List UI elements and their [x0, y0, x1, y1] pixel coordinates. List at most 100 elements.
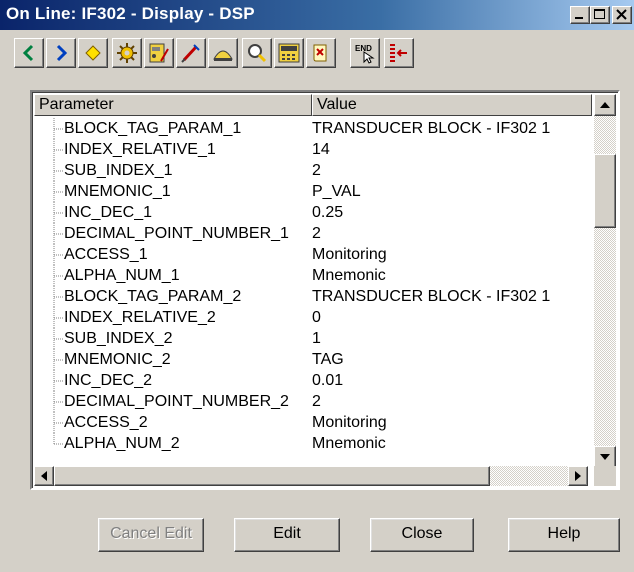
parameter-cell: ALPHA_NUM_2: [64, 435, 180, 452]
parameter-cell: INC_DEC_2: [64, 372, 153, 389]
table-row[interactable]: DECIMAL_POINT_NUMBER_2 2: [34, 391, 590, 412]
gauge-icon: [213, 50, 233, 61]
maximize-button[interactable]: [590, 6, 610, 24]
table-row[interactable]: ALPHA_NUM_2 Mnemonic: [34, 433, 590, 454]
value-cell[interactable]: TRANSDUCER BLOCK - IF302 1: [312, 286, 550, 307]
tree-connector-icon: [53, 139, 63, 160]
table-row[interactable]: BLOCK_TAG_PARAM_2 TRANSDUCER BLOCK - IF30…: [34, 286, 590, 307]
calculator-button[interactable]: [274, 38, 304, 68]
back-arrow-icon: [22, 44, 34, 62]
parameter-cell: INDEX_RELATIVE_2: [64, 309, 216, 326]
value-cell[interactable]: Monitoring: [312, 244, 387, 265]
magnifier-icon: [248, 44, 267, 63]
table-row[interactable]: INC_DEC_1 0.25: [34, 202, 590, 223]
pen-button[interactable]: [176, 38, 206, 68]
tree-connector-icon: [53, 349, 63, 370]
close-dialog-button[interactable]: Close: [370, 518, 474, 552]
tree-connector-icon: [53, 160, 63, 181]
value-cell[interactable]: 0.01: [312, 370, 343, 391]
scroll-down-button[interactable]: [594, 446, 616, 468]
window-title: On Line: IF302 - Display - DSP: [6, 4, 255, 23]
forward-button[interactable]: [46, 38, 76, 68]
horizontal-scroll-thumb[interactable]: [54, 466, 490, 486]
minimize-button[interactable]: [570, 6, 590, 24]
minimize-icon: [575, 17, 583, 19]
table-row[interactable]: ALPHA_NUM_1 Mnemonic: [34, 265, 590, 286]
parameter-cell: ALPHA_NUM_1: [64, 267, 180, 284]
indicator-button[interactable]: [384, 38, 414, 68]
cancel-edit-button[interactable]: Cancel Edit: [98, 518, 204, 552]
arrow-up-icon: [600, 102, 610, 108]
value-cell[interactable]: P_VAL: [312, 181, 361, 202]
value-cell[interactable]: 1: [312, 328, 321, 349]
diamond-button[interactable]: [78, 38, 108, 68]
table-row[interactable]: MNEMONIC_2 TAG: [34, 349, 590, 370]
column-header-value[interactable]: Value: [312, 94, 592, 116]
table-row[interactable]: INDEX_RELATIVE_2 0: [34, 307, 590, 328]
edit-button[interactable]: Edit: [234, 518, 340, 552]
tree-connector-icon: [53, 412, 63, 433]
arrow-left-icon: [41, 471, 47, 481]
table-row[interactable]: BLOCK_TAG_PARAM_1 TRANSDUCER BLOCK - IF30…: [34, 118, 590, 139]
device-edit-button[interactable]: [144, 38, 174, 68]
table-row[interactable]: INDEX_RELATIVE_1 14: [34, 139, 590, 160]
value-cell[interactable]: Mnemonic: [312, 265, 386, 286]
arrow-right-icon: [575, 471, 581, 481]
horizontal-scrollbar[interactable]: [34, 466, 588, 486]
calculator-icon: [278, 43, 300, 63]
table-row[interactable]: ACCESS_2 Monitoring: [34, 412, 590, 433]
help-button[interactable]: Help: [508, 518, 620, 552]
gear-button[interactable]: [112, 38, 142, 68]
value-cell[interactable]: 2: [312, 160, 321, 181]
scroll-right-button[interactable]: [568, 466, 588, 486]
value-cell[interactable]: 2: [312, 391, 321, 412]
diamond-icon: [85, 45, 101, 61]
close-button[interactable]: [612, 6, 632, 24]
dialog-window: On Line: IF302 - Display - DSP END Param…: [0, 0, 634, 572]
tree-connector-icon: [53, 391, 63, 412]
indicator-icon: [390, 44, 407, 62]
value-cell[interactable]: 14: [312, 139, 330, 160]
scroll-left-button[interactable]: [34, 466, 54, 486]
tree-connector-icon: [53, 244, 63, 265]
title-bar[interactable]: On Line: IF302 - Display - DSP: [0, 0, 634, 30]
scroll-up-button[interactable]: [594, 94, 616, 116]
tree-connector-icon: [53, 286, 63, 307]
parameter-cell: INC_DEC_1: [64, 204, 153, 221]
back-button[interactable]: [14, 38, 44, 68]
tree-connector-icon: [53, 433, 63, 445]
value-cell[interactable]: 0.25: [312, 202, 343, 223]
table-row[interactable]: SUB_INDEX_1 2: [34, 160, 590, 181]
table-row[interactable]: DECIMAL_POINT_NUMBER_1 2: [34, 223, 590, 244]
gauge-button[interactable]: [208, 38, 238, 68]
table-row[interactable]: INC_DEC_2 0.01: [34, 370, 590, 391]
value-cell[interactable]: 2: [312, 223, 321, 244]
scroll-button[interactable]: [306, 38, 336, 68]
value-cell[interactable]: TRANSDUCER BLOCK - IF302 1: [312, 118, 550, 139]
device-edit-icon: [149, 43, 169, 63]
value-cell[interactable]: Monitoring: [312, 412, 387, 433]
vertical-scrollbar[interactable]: [594, 94, 616, 468]
vertical-scroll-thumb[interactable]: [594, 154, 616, 228]
parameter-cell: DECIMAL_POINT_NUMBER_1: [64, 225, 289, 242]
tree-connector-icon: [53, 181, 63, 202]
parameter-cell: BLOCK_TAG_PARAM_1: [64, 120, 242, 137]
tree-connector-icon: [53, 223, 63, 244]
table-row[interactable]: MNEMONIC_1 P_VAL: [34, 181, 590, 202]
parameter-cell: BLOCK_TAG_PARAM_2: [64, 288, 242, 305]
maximize-icon: [594, 9, 605, 19]
tree-connector-icon: [53, 202, 63, 223]
table-row[interactable]: ACCESS_1 Monitoring: [34, 244, 590, 265]
value-cell[interactable]: TAG: [312, 349, 344, 370]
value-cell[interactable]: 0: [312, 307, 321, 328]
parameter-cell: INDEX_RELATIVE_1: [64, 141, 216, 158]
value-cell[interactable]: Mnemonic: [312, 433, 386, 454]
scroll-corner: [594, 466, 616, 486]
table-row[interactable]: SUB_INDEX_2 1: [34, 328, 590, 349]
tree-connector-icon: [53, 265, 63, 286]
tree-connector-icon: [53, 370, 63, 391]
end-button[interactable]: END: [350, 38, 380, 68]
column-header-parameter[interactable]: Parameter: [34, 94, 312, 116]
close-icon: [616, 9, 627, 20]
magnifier-button[interactable]: [242, 38, 272, 68]
